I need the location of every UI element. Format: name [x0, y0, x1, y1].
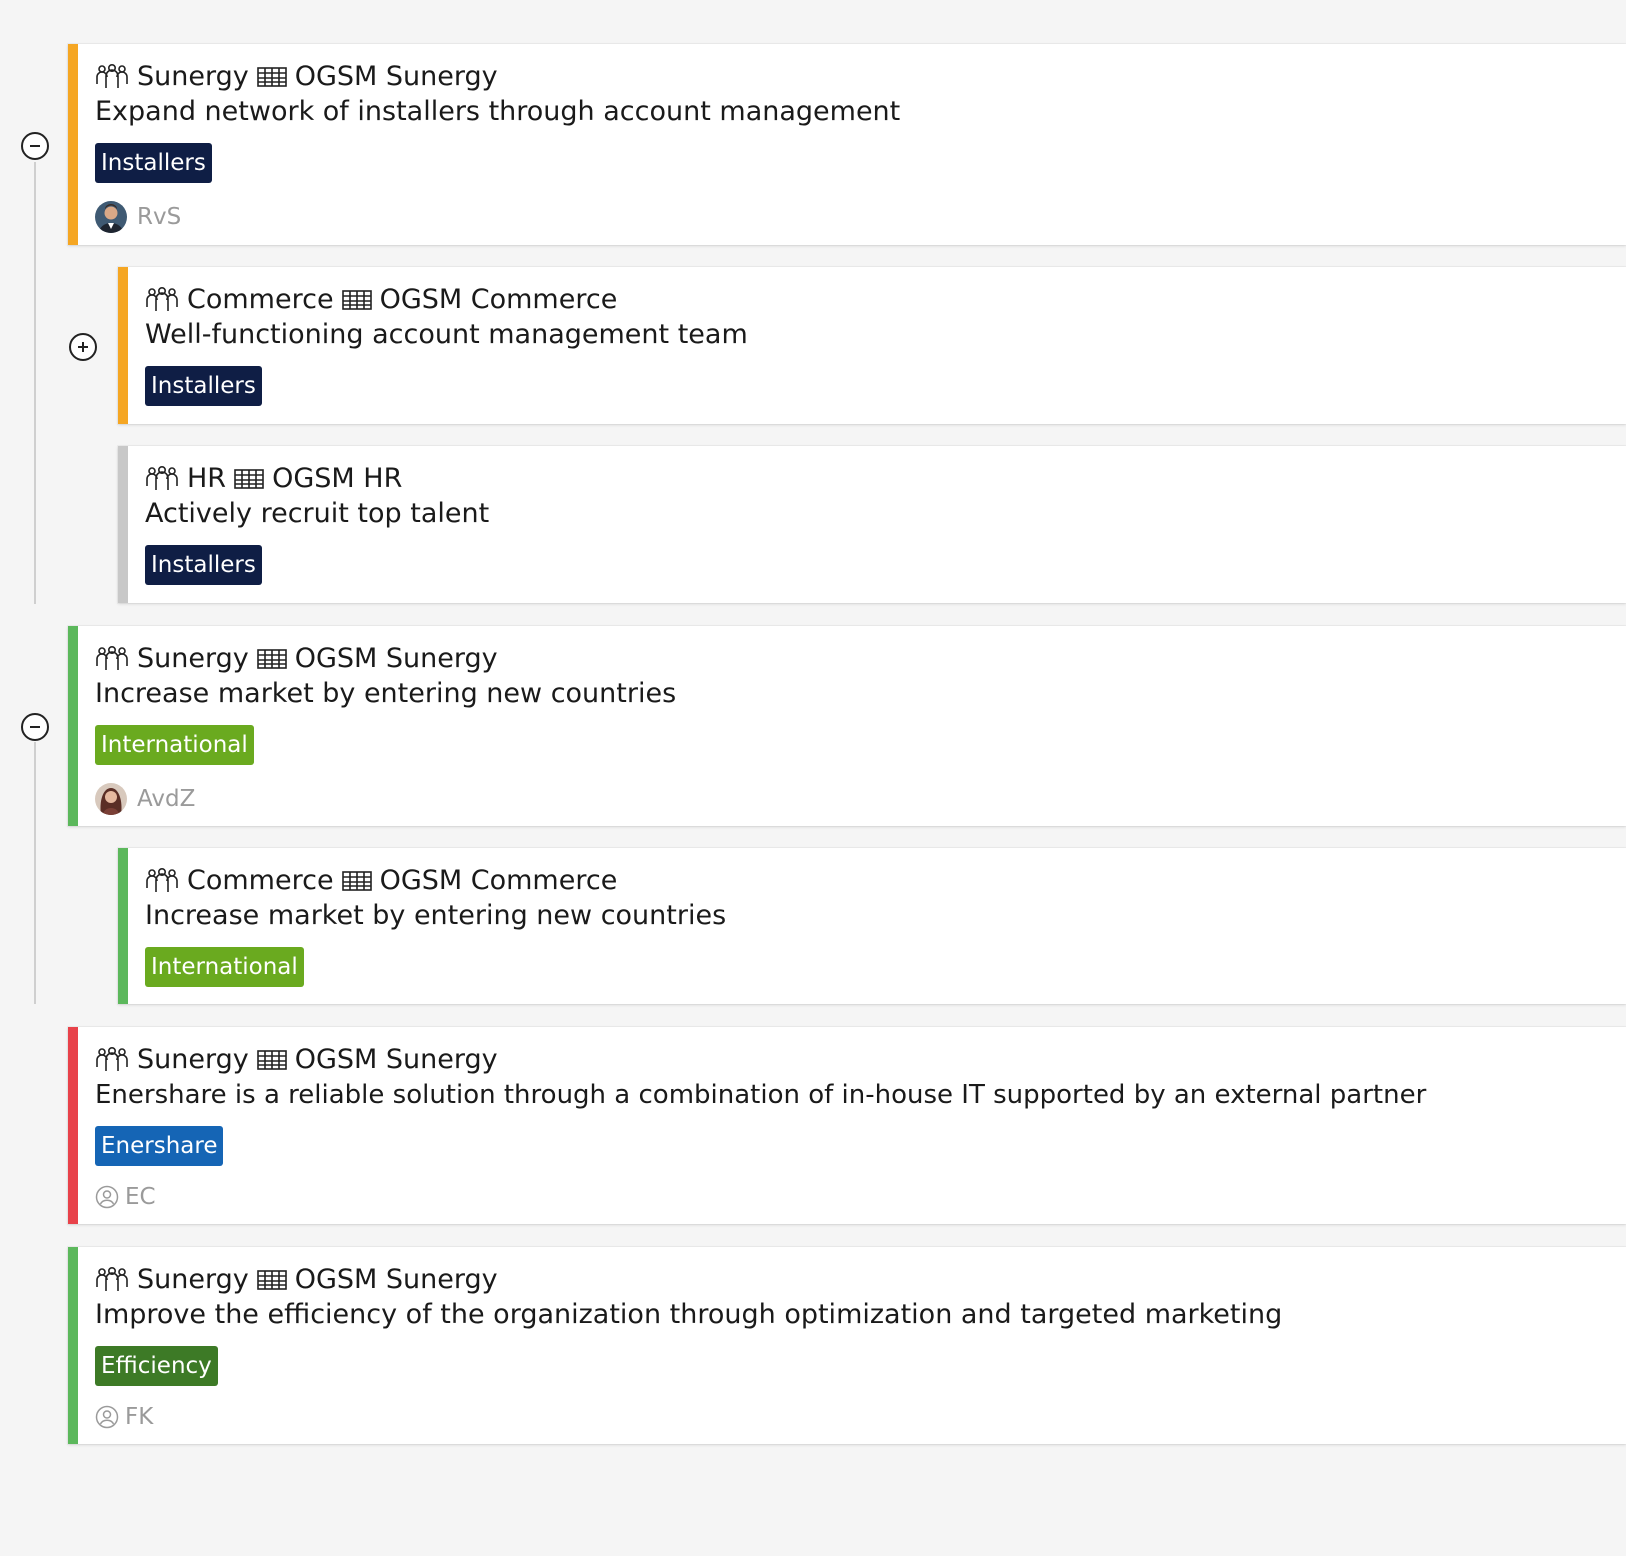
team-name[interactable]: Commerce: [187, 283, 334, 317]
team-icon: [95, 1047, 129, 1073]
objective-card[interactable]: Sunergy OGSM Sunergy Expand network of i…: [68, 44, 1626, 245]
team-icon: [145, 287, 179, 313]
user-circle-icon: [95, 1185, 119, 1209]
avatar: [95, 783, 127, 815]
team-icon: [145, 466, 179, 492]
ogsm-name[interactable]: OGSM Sunergy: [295, 1263, 498, 1297]
objective-title: Increase market by entering new countrie…: [95, 678, 677, 709]
owner: RvS: [95, 201, 1626, 233]
objective-title: Enershare is a reliable solution through…: [95, 1080, 1427, 1110]
card-header: Sunergy OGSM Sunergy: [95, 60, 1626, 94]
team-name[interactable]: Sunergy: [137, 60, 249, 94]
ogsm-name[interactable]: OGSM HR: [272, 462, 402, 496]
table-icon: [341, 870, 372, 892]
tree-line: [34, 162, 36, 604]
tag-badge[interactable]: International: [145, 947, 304, 987]
tag-badge[interactable]: Installers: [145, 545, 262, 585]
tag-badge[interactable]: Installers: [145, 366, 262, 406]
minus-icon: [30, 726, 40, 728]
objective-card[interactable]: Sunergy OGSM Sunergy Improve the efficie…: [68, 1247, 1626, 1444]
team-icon: [95, 1267, 129, 1293]
tag-badge[interactable]: International: [95, 725, 254, 765]
collapse-button[interactable]: [21, 132, 49, 160]
objective-title: Actively recruit top talent: [145, 498, 490, 529]
ogsm-name[interactable]: OGSM Commerce: [380, 283, 618, 317]
ogsm-name[interactable]: OGSM Commerce: [380, 864, 618, 898]
owner-initials: RvS: [137, 204, 182, 230]
tag-badge[interactable]: Efficiency: [95, 1346, 218, 1386]
table-icon: [256, 1049, 287, 1071]
team-name[interactable]: HR: [187, 462, 226, 496]
owner-initials: EC: [125, 1184, 156, 1210]
owner: EC: [95, 1184, 1626, 1210]
table-icon: [256, 1269, 287, 1291]
minus-icon: [30, 145, 40, 147]
team-name[interactable]: Sunergy: [137, 642, 249, 676]
table-icon: [256, 66, 287, 88]
objective-card[interactable]: Commerce OGSM Commerce Increase market b…: [118, 848, 1626, 1004]
team-icon: [95, 646, 129, 672]
owner: AvdZ: [95, 783, 1626, 815]
plus-icon: [78, 342, 88, 352]
tree-line: [34, 742, 36, 1004]
owner-initials: AvdZ: [137, 786, 196, 812]
ogsm-name[interactable]: OGSM Sunergy: [295, 642, 498, 676]
objective-title: Expand network of installers through acc…: [95, 96, 901, 127]
team-icon: [145, 868, 179, 894]
ogsm-name[interactable]: OGSM Sunergy: [295, 1043, 498, 1077]
team-name[interactable]: Commerce: [187, 864, 334, 898]
table-icon: [234, 468, 264, 490]
card-header: Sunergy OGSM Sunergy: [95, 1043, 1626, 1077]
table-icon: [341, 289, 372, 311]
team-name[interactable]: Sunergy: [137, 1043, 249, 1077]
team-name[interactable]: Sunergy: [137, 1263, 249, 1297]
tag-badge[interactable]: Enershare: [95, 1126, 224, 1166]
user-circle-icon: [95, 1405, 119, 1429]
objective-title: Increase market by entering new countrie…: [145, 900, 727, 931]
collapse-button[interactable]: [21, 713, 49, 741]
objective-title: Improve the efficiency of the organizati…: [95, 1299, 1283, 1330]
card-header: Sunergy OGSM Sunergy: [95, 642, 1626, 676]
owner: FK: [95, 1404, 1626, 1430]
table-icon: [256, 648, 287, 670]
avatar: [95, 201, 127, 233]
objective-card[interactable]: HR OGSM HR Actively recruit top talent I…: [118, 446, 1626, 603]
team-icon: [95, 64, 129, 90]
owner-initials: FK: [125, 1404, 154, 1430]
card-header: Sunergy OGSM Sunergy: [95, 1263, 1626, 1297]
ogsm-name[interactable]: OGSM Sunergy: [295, 60, 498, 94]
objective-card[interactable]: Sunergy OGSM Sunergy Increase market by …: [68, 626, 1626, 826]
objective-title: Well-functioning account management team: [145, 319, 748, 350]
tag-badge[interactable]: Installers: [95, 143, 212, 183]
objective-card[interactable]: Sunergy OGSM Sunergy Enershare is a reli…: [68, 1027, 1626, 1224]
card-header: Commerce OGSM Commerce: [145, 864, 1626, 898]
card-header: Commerce OGSM Commerce: [145, 283, 1626, 317]
expand-button[interactable]: [69, 333, 97, 361]
card-header: HR OGSM HR: [145, 462, 1626, 496]
objective-card[interactable]: Commerce OGSM Commerce Well-functioning …: [118, 267, 1626, 424]
